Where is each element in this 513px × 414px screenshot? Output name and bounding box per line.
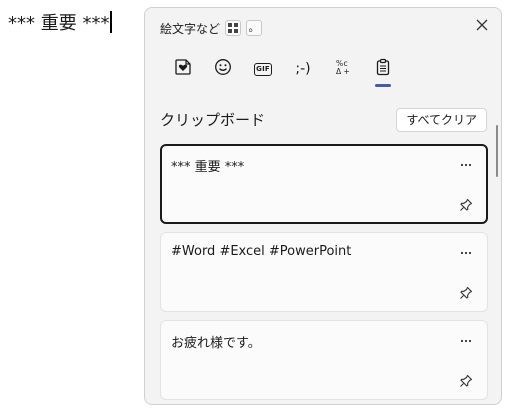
close-button[interactable] [473,16,491,34]
tab-kaomoji[interactable]: ;-) [283,54,323,84]
more-options-button[interactable] [457,241,475,257]
category-tabs: GIF ;-) % c Δ + [163,54,403,87]
scrollbar-thumb[interactable] [496,125,498,177]
tab-emoji[interactable] [203,54,243,84]
tab-gif[interactable]: GIF [243,54,283,84]
pin-button[interactable] [457,285,475,303]
clipboard-item[interactable]: *** 重要 *** [160,144,488,224]
panel-header: 絵文字など 。 [160,18,263,38]
clipboard-item[interactable]: お疲れ様です。 [160,320,488,400]
tab-clipboard[interactable] [363,54,403,87]
windows-key-icon [225,20,242,36]
more-options-button[interactable] [457,329,475,345]
document-text: *** 重要 *** [8,13,110,34]
clipboard-item-text: お疲れ様です。 [171,336,261,351]
document-text-area[interactable]: *** 重要 *** [8,11,113,36]
symbols-icon: % c Δ + [334,58,352,80]
tab-symbols[interactable]: % c Δ + [323,54,363,84]
shortcut-key-badge: 。 [246,20,263,36]
more-icon [460,240,472,259]
tab-kaomoji-sticker[interactable] [163,54,203,84]
more-options-button[interactable] [457,153,475,169]
panel-title: 絵文字など [160,21,221,36]
smiley-icon [214,58,232,80]
gif-icon: GIF [254,62,272,76]
clipboard-icon [374,58,392,80]
close-icon [476,16,488,35]
kaomoji-text: ;-) [295,61,311,77]
emoji-panel: 絵文字など 。 GIF ;-) % c Δ + クリップボード すべてクリア *… [144,7,502,405]
more-icon [460,328,472,347]
clipboard-item-text: #Word #Excel #PowerPoint [171,244,352,259]
pin-icon [459,285,473,304]
clear-all-button[interactable]: すべてクリア [396,108,487,132]
pin-icon [459,373,473,392]
pin-button[interactable] [457,197,475,215]
heart-sticker-icon [174,58,192,80]
pin-button[interactable] [457,373,475,391]
more-icon [460,152,472,171]
section-title: クリップボード [160,111,266,129]
clipboard-item-text: *** 重要 *** [171,160,245,175]
svg-text:+: + [344,67,350,76]
pin-icon [459,197,473,216]
svg-text:Δ: Δ [336,67,342,76]
text-caret [110,11,113,33]
clipboard-item[interactable]: #Word #Excel #PowerPoint [160,232,488,312]
